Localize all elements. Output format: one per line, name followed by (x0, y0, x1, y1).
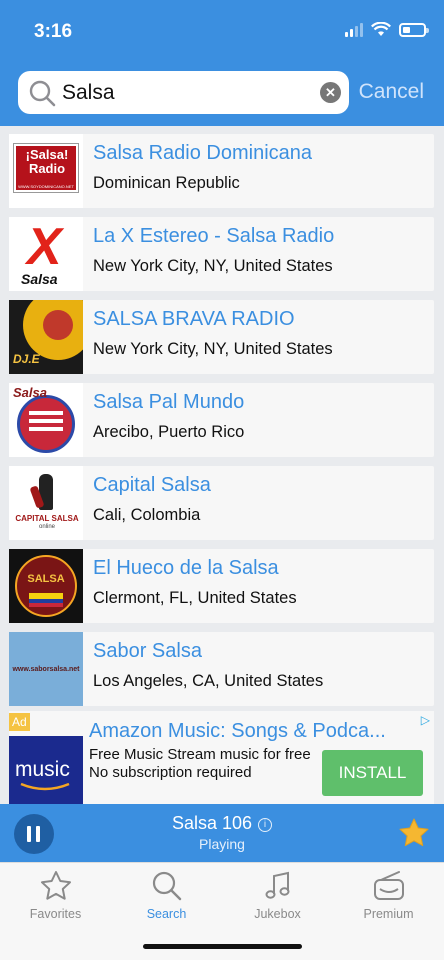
now-playing-title: Salsa 106 i (0, 813, 444, 834)
station-title: Salsa Radio Dominicana (93, 142, 313, 164)
ad-description: Free Music Stream music for free No subs… (89, 746, 311, 781)
station-row[interactable]: ¡Salsa! Radio WWW.SOYDOMINICANO.NET Sals… (9, 134, 434, 208)
ad-banner[interactable]: Ad ▷ music Amazon Music: Songs & Podca..… (9, 711, 434, 804)
station-location: Arecibo, Puerto Rico (93, 423, 245, 441)
now-playing-status: Playing (199, 836, 245, 852)
station-title: Capital Salsa (93, 474, 211, 496)
header: 3:16 ✕ Cancel (0, 0, 444, 126)
station-row[interactable]: X Salsa La X Estereo - Salsa Radio New Y… (9, 217, 434, 291)
install-button[interactable]: INSTALL (322, 750, 423, 796)
station-row[interactable]: CAPITAL SALSA online Capital Salsa Cali,… (9, 466, 434, 540)
station-row[interactable]: www.saborsalsa.net Sabor Salsa Los Angel… (9, 632, 434, 706)
favorite-star-icon[interactable] (398, 817, 430, 849)
cancel-button[interactable]: Cancel (359, 80, 424, 104)
battery-icon (399, 22, 429, 37)
search-box[interactable]: ✕ (18, 71, 349, 114)
station-location: Dominican Republic (93, 174, 240, 192)
tab-search[interactable]: Search (111, 869, 222, 929)
music-note-icon (265, 871, 289, 899)
search-input[interactable] (62, 77, 322, 108)
wifi-icon (371, 22, 391, 36)
tab-jukebox[interactable]: Jukebox (222, 869, 333, 929)
station-location: New York City, NY, United States (93, 257, 333, 275)
station-logo: Salsa (9, 383, 83, 457)
station-title: La X Estereo - Salsa Radio (93, 225, 335, 247)
station-logo: SALSA (9, 549, 83, 623)
station-location: Los Angeles, CA, United States (93, 672, 324, 690)
now-playing-bar[interactable]: Salsa 106 i Playing (0, 804, 444, 862)
status-bar: 3:16 (0, 0, 444, 60)
station-location: New York City, NY, United States (93, 340, 333, 358)
tab-favorites[interactable]: Favorites (0, 869, 111, 929)
ad-title: Amazon Music: Songs & Podca... (89, 720, 386, 742)
station-title: Sabor Salsa (93, 640, 202, 662)
station-logo: DJ.E (9, 300, 83, 374)
station-row[interactable]: Salsa Salsa Pal Mundo Arecibo, Puerto Ri… (9, 383, 434, 457)
station-logo: ¡Salsa! Radio WWW.SOYDOMINICANO.NET (9, 134, 83, 208)
station-title: El Hueco de la Salsa (93, 557, 279, 579)
station-title: Salsa Pal Mundo (93, 391, 245, 413)
search-icon (152, 871, 181, 901)
ad-app-logo: music (9, 736, 83, 804)
ad-badge: Ad (9, 713, 30, 731)
station-title: SALSA BRAVA RADIO (93, 308, 295, 330)
star-outline-icon (40, 871, 71, 900)
radio-icon (373, 871, 404, 900)
signal-icon (345, 22, 363, 37)
tab-premium[interactable]: Premium (333, 869, 444, 929)
status-time: 3:16 (34, 21, 73, 42)
info-icon[interactable]: i (258, 818, 273, 832)
station-location: Cali, Colombia (93, 506, 201, 524)
ad-choices-icon[interactable]: ▷ (421, 713, 430, 727)
station-row[interactable]: SALSA El Hueco de la Salsa Clermont, FL,… (9, 549, 434, 623)
station-row[interactable]: DJ.E SALSA BRAVA RADIO New York City, NY… (9, 300, 434, 374)
station-logo: X Salsa (9, 217, 83, 291)
station-logo: CAPITAL SALSA online (9, 466, 83, 540)
home-indicator (143, 944, 302, 949)
station-logo: www.saborsalsa.net (9, 632, 83, 706)
search-icon (29, 80, 56, 107)
status-icons (345, 22, 429, 37)
station-location: Clermont, FL, United States (93, 589, 297, 607)
clear-search-icon[interactable]: ✕ (320, 82, 341, 103)
